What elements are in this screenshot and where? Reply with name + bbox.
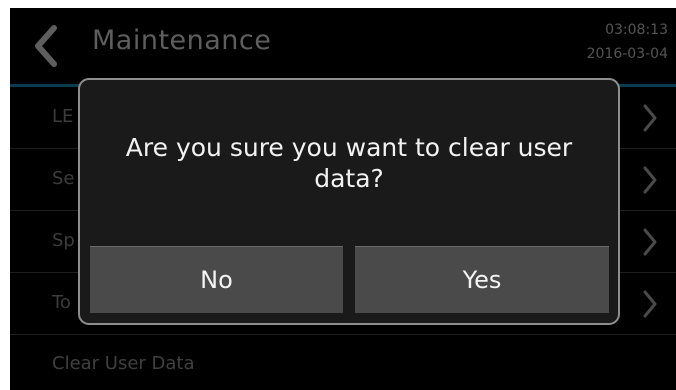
maintenance-screen: Maintenance 03:08:13 2016-03-04 LE Se Sp [10, 8, 676, 390]
date-display: 2016-03-04 [586, 46, 668, 62]
list-item-label: Clear User Data [52, 353, 195, 374]
chevron-right-icon [643, 228, 657, 256]
confirm-dialog: Are you sure you want to clear user data… [78, 78, 620, 325]
list-item-label: LE [52, 106, 74, 127]
no-button[interactable]: No [90, 246, 343, 313]
list-item-label: Sp [52, 230, 75, 251]
list-item-label: To [52, 292, 71, 313]
chevron-right-icon [643, 166, 657, 194]
clock: 03:08:13 2016-03-04 [587, 18, 668, 66]
chevron-left-icon[interactable] [28, 22, 62, 70]
header: Maintenance 03:08:13 2016-03-04 [10, 8, 676, 85]
yes-button[interactable]: Yes [355, 246, 609, 313]
dialog-message: Are you sure you want to clear user data… [125, 133, 573, 193]
list-item-label: Se [52, 168, 75, 189]
page-title: Maintenance [92, 25, 272, 56]
time-display: 03:08:13 [605, 22, 668, 38]
chevron-right-icon [643, 104, 657, 132]
list-item-clear-user-data[interactable]: Clear User Data [10, 335, 676, 390]
chevron-right-icon [643, 290, 657, 318]
